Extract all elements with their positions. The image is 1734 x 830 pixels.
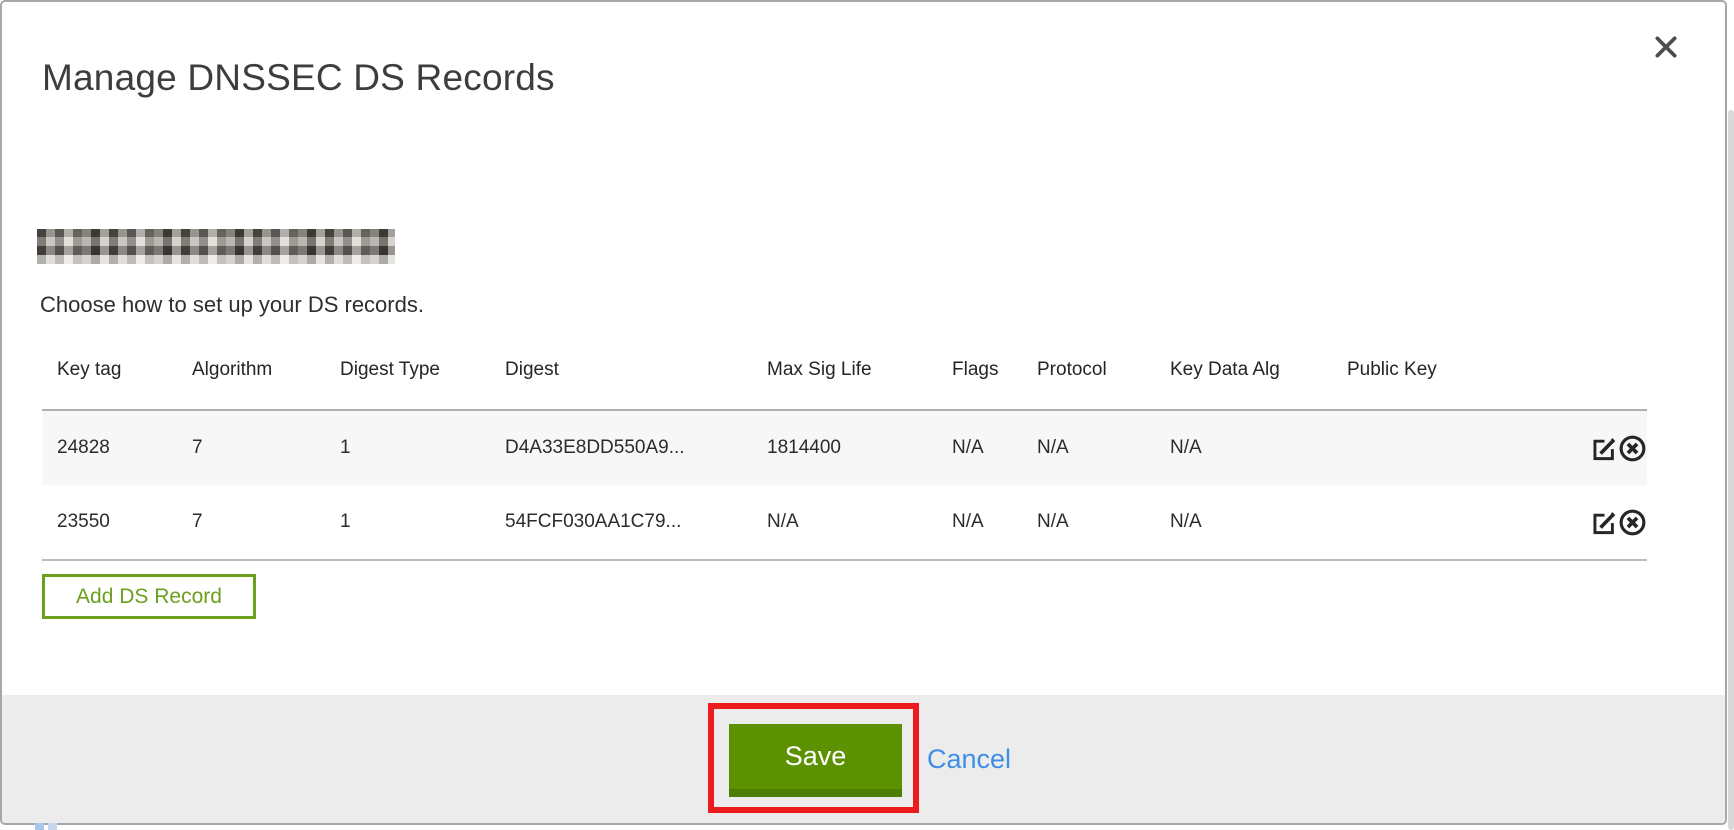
save-button[interactable]: Save	[729, 724, 902, 797]
cell-protocol: N/A	[1037, 485, 1170, 560]
col-header-max-sig-life: Max Sig Life	[767, 330, 952, 410]
redacted-domain-name	[37, 229, 395, 264]
col-header-algorithm: Algorithm	[192, 330, 340, 410]
close-icon[interactable]	[1651, 32, 1681, 62]
dialog-title: Manage DNSSEC DS Records	[42, 57, 555, 99]
row-actions	[1577, 410, 1647, 485]
col-header-public-key: Public Key	[1347, 330, 1577, 410]
cell-algorithm: 7	[192, 410, 340, 485]
manage-dnssec-dialog: Manage DNSSEC DS Records Choose how to s…	[0, 0, 1727, 825]
cell-public-key	[1347, 410, 1577, 485]
cell-digest: 54FCF030AA1C79...	[505, 485, 767, 560]
scrollbar[interactable]	[1728, 110, 1734, 830]
delete-record-icon[interactable]	[1618, 434, 1647, 463]
delete-record-icon[interactable]	[1618, 508, 1647, 537]
ds-records-table: Key tag Algorithm Digest Type Digest Max…	[42, 330, 1647, 561]
col-header-protocol: Protocol	[1037, 330, 1170, 410]
col-header-digest-type: Digest Type	[340, 330, 505, 410]
background-page-fragment	[35, 823, 44, 830]
cancel-link[interactable]: Cancel	[927, 744, 1011, 775]
cell-flags: N/A	[952, 410, 1037, 485]
cell-key-data-alg: N/A	[1170, 485, 1347, 560]
cell-protocol: N/A	[1037, 410, 1170, 485]
cell-flags: N/A	[952, 485, 1037, 560]
cell-max-sig-life: N/A	[767, 485, 952, 560]
col-header-flags: Flags	[952, 330, 1037, 410]
cell-public-key	[1347, 485, 1577, 560]
cell-key-tag: 23550	[42, 485, 192, 560]
table-row: 24828 7 1 D4A33E8DD550A9... 1814400 N/A …	[42, 410, 1647, 485]
table-row: 23550 7 1 54FCF030AA1C79... N/A N/A N/A …	[42, 485, 1647, 560]
cell-key-data-alg: N/A	[1170, 410, 1347, 485]
col-header-key-tag: Key tag	[42, 330, 192, 410]
edit-record-icon[interactable]	[1591, 509, 1618, 536]
cell-max-sig-life: 1814400	[767, 410, 952, 485]
col-header-actions	[1577, 330, 1647, 410]
table-header-row: Key tag Algorithm Digest Type Digest Max…	[42, 330, 1647, 410]
add-ds-record-button[interactable]: Add DS Record	[42, 574, 256, 619]
setup-instruction: Choose how to set up your DS records.	[40, 292, 424, 318]
cell-digest-type: 1	[340, 485, 505, 560]
col-header-key-data-alg: Key Data Alg	[1170, 330, 1347, 410]
background-page-fragment	[48, 823, 57, 830]
cell-algorithm: 7	[192, 485, 340, 560]
cell-digest-type: 1	[340, 410, 505, 485]
col-header-digest: Digest	[505, 330, 767, 410]
row-actions	[1577, 485, 1647, 560]
cell-digest: D4A33E8DD550A9...	[505, 410, 767, 485]
cell-key-tag: 24828	[42, 410, 192, 485]
edit-record-icon[interactable]	[1591, 435, 1618, 462]
